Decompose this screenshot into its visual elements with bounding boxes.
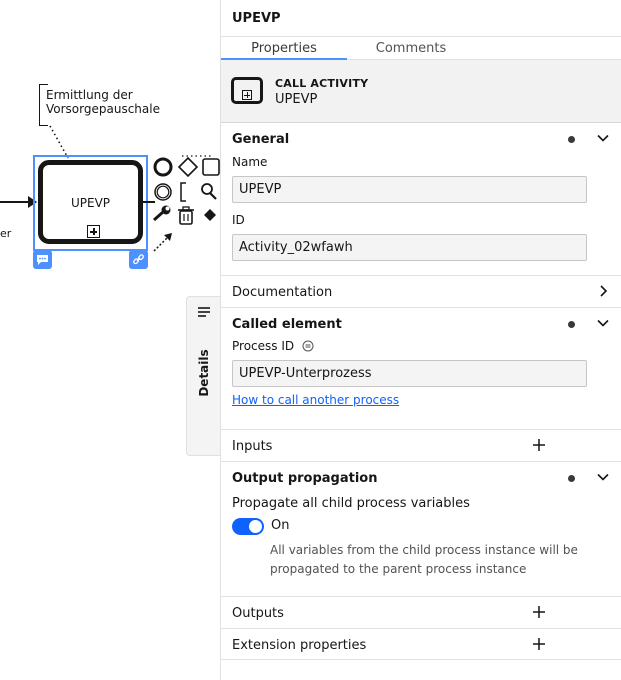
append-gateway-icon[interactable] — [177, 156, 199, 178]
chevron-down-icon[interactable] — [597, 471, 609, 483]
group-outputs-header[interactable]: Outputs — [221, 596, 621, 628]
data-indicator-dot — [568, 136, 575, 143]
process-id-label-row: Process ID — [232, 339, 621, 356]
group-output-propagation-header[interactable]: Output propagation — [221, 461, 621, 493]
call-activity-shape[interactable]: UPEVP — [38, 160, 143, 244]
group-general-header[interactable]: General — [221, 123, 621, 155]
append-end-event-icon[interactable] — [153, 157, 173, 177]
data-indicator-dot — [568, 475, 575, 482]
group-called-element-header[interactable]: Called element — [221, 307, 621, 339]
color-picker-icon[interactable] — [204, 209, 216, 221]
call-activity-icon — [231, 77, 263, 104]
menu-lines-icon — [198, 307, 210, 317]
propagate-toggle[interactable] — [232, 518, 264, 535]
propagate-label: Propagate all child process variables — [232, 496, 470, 511]
panel-title: UPEVP — [221, 0, 621, 37]
element-type: CALL ACTIVITY — [275, 77, 369, 90]
element-name: UPEVP — [275, 92, 318, 107]
trash-icon[interactable] — [178, 206, 194, 225]
element-header: CALL ACTIVITY UPEVP — [221, 60, 621, 123]
group-extension-properties-title: Extension properties — [232, 638, 367, 653]
add-icon[interactable] — [533, 439, 545, 451]
add-icon[interactable] — [533, 638, 545, 650]
group-documentation-title: Documentation — [232, 285, 333, 300]
tab-properties[interactable]: Properties — [221, 41, 347, 56]
data-indicator-dot — [568, 321, 575, 328]
details-tab-label: Details — [197, 349, 211, 397]
propagate-toggle-row: On — [232, 517, 621, 537]
context-pad — [153, 156, 220, 252]
panel-tabs: Properties Comments — [221, 37, 621, 60]
group-output-propagation-title: Output propagation — [232, 471, 378, 486]
add-icon[interactable] — [533, 606, 545, 618]
process-id-label: Process ID — [232, 339, 295, 353]
incoming-flow-label: er — [0, 227, 12, 240]
toggle-knob — [249, 520, 262, 533]
process-id-input[interactable] — [232, 360, 587, 387]
chevron-right-icon[interactable] — [597, 285, 609, 297]
group-inputs-header[interactable]: Inputs — [221, 429, 621, 461]
feel-expression-icon[interactable] — [302, 340, 314, 352]
text-annotation[interactable]: Ermittlung der Vorsorgepauschale — [46, 88, 166, 116]
link-badge-icon[interactable] — [129, 250, 148, 269]
wrench-icon[interactable] — [153, 205, 171, 222]
properties-panel: UPEVP Properties Comments CALL ACTIVITY … — [220, 0, 621, 680]
tab-comments[interactable]: Comments — [347, 41, 475, 56]
connect-arrow-icon[interactable] — [153, 233, 172, 252]
subprocess-marker-icon — [87, 225, 100, 238]
id-label: ID — [232, 213, 245, 227]
group-called-element-title: Called element — [232, 317, 342, 332]
help-link[interactable]: How to call another process — [232, 393, 399, 407]
toggle-state-label: On — [271, 518, 290, 533]
group-extension-properties-header[interactable]: Extension properties — [221, 628, 621, 660]
id-input[interactable] — [232, 234, 587, 261]
subprocess-marker-icon — [242, 90, 252, 100]
append-intermediate-event-icon[interactable] — [154, 183, 172, 201]
group-general-title: General — [232, 132, 290, 147]
group-documentation-header[interactable]: Documentation — [221, 275, 621, 307]
group-inputs-title: Inputs — [232, 439, 273, 454]
chevron-down-icon[interactable] — [597, 132, 609, 144]
append-text-annotation-icon[interactable] — [180, 182, 186, 202]
comment-badge-icon[interactable] — [33, 250, 52, 269]
name-input[interactable] — [232, 176, 587, 203]
call-activity-label: UPEVP — [70, 196, 111, 210]
name-label: Name — [232, 155, 268, 169]
group-outputs-title: Outputs — [232, 606, 284, 621]
details-panel-toggle[interactable]: Details — [186, 296, 220, 456]
propagate-hint: All variables from the child process ins… — [270, 543, 578, 576]
append-task-icon[interactable] — [202, 158, 220, 176]
search-icon[interactable] — [201, 183, 217, 200]
chevron-down-icon[interactable] — [597, 317, 609, 329]
